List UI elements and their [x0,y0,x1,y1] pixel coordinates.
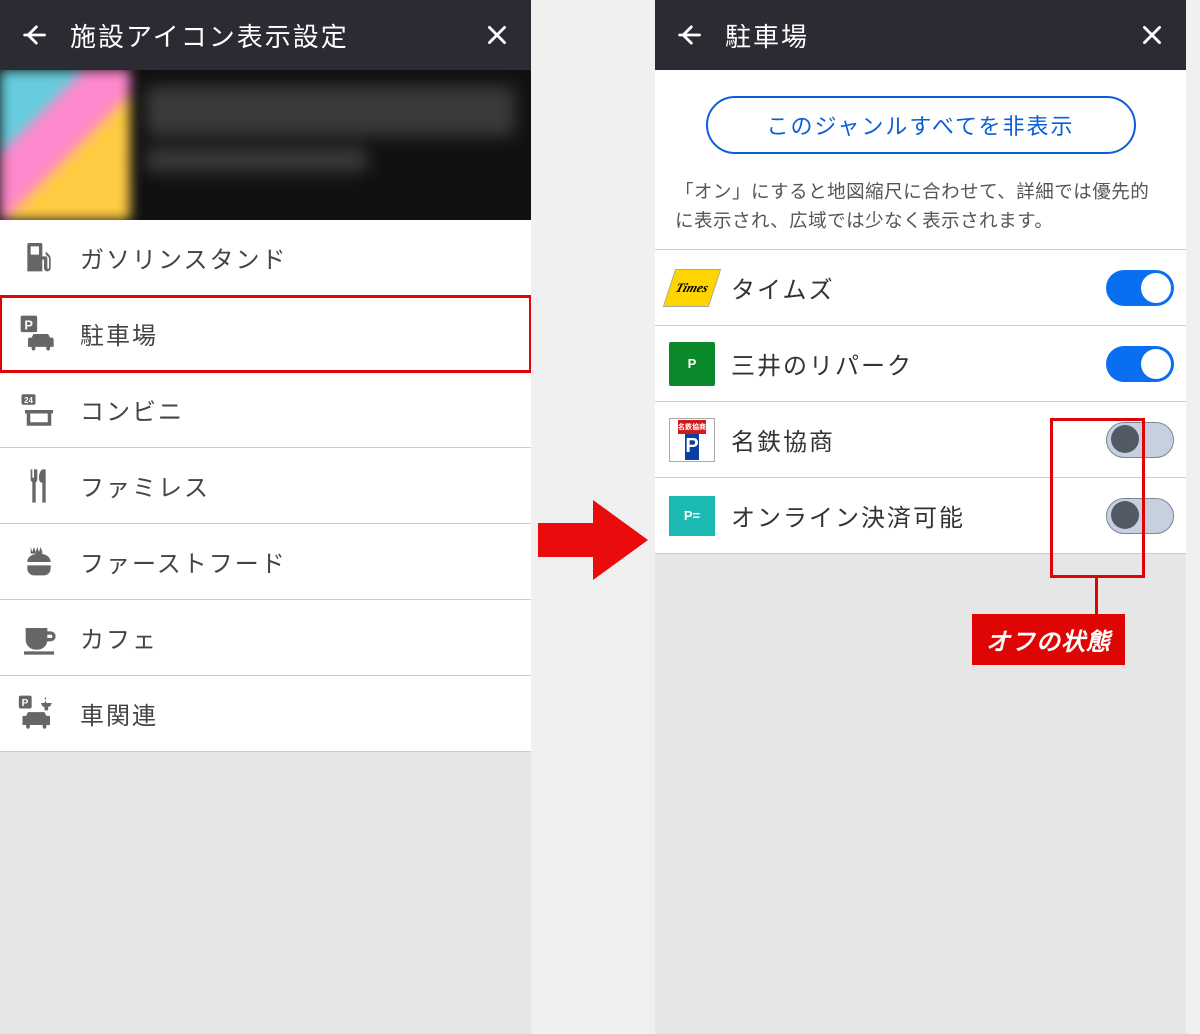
category-label: 駐車場 [80,316,523,351]
parking-brand-row-times[interactable]: Times タイムズ [655,250,1186,326]
gas-station-icon [16,235,62,281]
annotation-connector [1095,578,1098,618]
category-list: ガソリンスタンド P 駐車場 24 コンビニ ファミレス ファーストフード [0,220,531,752]
left-screen: 施設アイコン表示設定 ガソリンスタンド P 駐車場 24 コンビニ [0,0,531,1034]
toggle-times[interactable] [1106,270,1174,306]
category-row-car[interactable]: P 車関連 [0,676,531,752]
parking-brand-row-meitetsu[interactable]: 名鉄協商P 名鉄協商 [655,402,1186,478]
right-header: 駐車場 [655,0,1186,70]
brand-label: オンライン決済可能 [731,498,1090,533]
category-label: ガソリンスタンド [80,240,523,275]
category-label: ファミレス [80,468,523,503]
category-row-cafe[interactable]: カフェ [0,600,531,676]
left-header-title: 施設アイコン表示設定 [70,17,461,54]
toggle-meitetsu[interactable] [1106,422,1174,458]
category-label: コンビニ [80,392,523,427]
car-services-icon: P [16,691,62,737]
category-label: 車関連 [80,696,523,731]
close-button[interactable] [479,17,515,53]
ad-banner-blurred [0,70,531,220]
back-button[interactable] [16,17,52,53]
hide-all-button[interactable]: このジャンルすべてを非表示 [706,96,1136,154]
parking-brand-row-mitsui[interactable]: P 三井のリパーク [655,326,1186,402]
svg-text:24: 24 [24,396,33,405]
parking-brand-row-online[interactable]: P= オンライン決済可能 [655,478,1186,554]
restaurant-icon [16,463,62,509]
toggle-mitsui[interactable] [1106,346,1174,382]
times-brand-icon: Times [663,269,721,307]
category-row-famires[interactable]: ファミレス [0,448,531,524]
back-button[interactable] [671,17,707,53]
transition-arrow-icon [538,495,648,585]
cafe-icon [16,615,62,661]
toggle-online[interactable] [1106,498,1174,534]
brand-label: 三井のリパーク [731,346,1090,381]
description-text: 「オン」にすると地図縮尺に合わせて、詳細では優先的に表示され、広域では少なく表示… [655,172,1186,250]
empty-area [0,752,531,1034]
left-header: 施設アイコン表示設定 [0,0,531,70]
annotation-off-state-label: オフの状態 [972,614,1125,665]
online-payment-icon: P= [669,496,715,536]
close-button[interactable] [1134,17,1170,53]
category-row-parking[interactable]: P 駐車場 [0,296,531,372]
category-label: ファーストフード [80,544,523,579]
brand-label: タイムズ [731,270,1090,305]
svg-text:P: P [22,697,29,708]
category-row-gas[interactable]: ガソリンスタンド [0,220,531,296]
category-label: カフェ [80,620,523,655]
brand-label: 名鉄協商 [731,422,1090,457]
right-screen: 駐車場 このジャンルすべてを非表示 「オン」にすると地図縮尺に合わせて、詳細では… [655,0,1186,1034]
mitsui-brand-icon: P [669,342,715,386]
category-row-conv[interactable]: 24 コンビニ [0,372,531,448]
category-row-fastfood[interactable]: ファーストフード [0,524,531,600]
right-header-title: 駐車場 [725,17,1116,54]
meitetsu-brand-icon: 名鉄協商P [669,418,715,462]
convenience-store-icon: 24 [16,387,62,433]
fastfood-icon [16,539,62,585]
parking-icon: P [16,311,62,357]
svg-text:P: P [24,317,33,332]
